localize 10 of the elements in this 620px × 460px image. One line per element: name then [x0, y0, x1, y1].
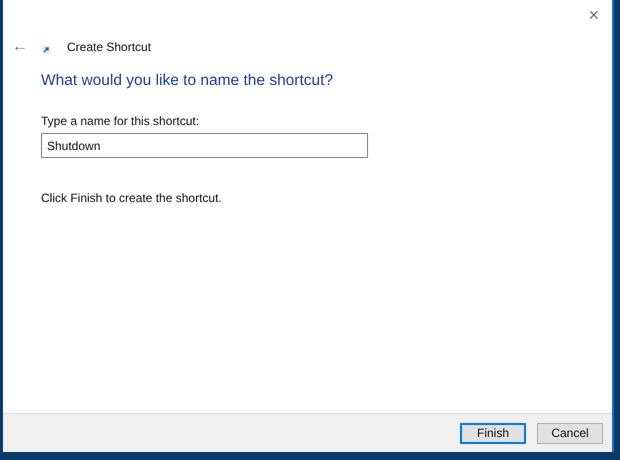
- name-field[interactable]: Shutdown: [41, 133, 368, 158]
- shortcut-icon: [42, 46, 50, 54]
- window-title: Create Shortcut: [67, 40, 152, 54]
- finish-button[interactable]: Finish: [460, 422, 526, 444]
- close-button[interactable]: ✕: [588, 0, 612, 32]
- instruction-text: Click Finish to create the shortcut.: [41, 191, 222, 205]
- field-label: Type a name for this shortcut:: [41, 114, 200, 128]
- back-button[interactable]: ←: [12, 38, 38, 56]
- page-heading: What would you like to name the shortcut?: [41, 72, 334, 90]
- cancel-button[interactable]: Cancel: [537, 422, 603, 444]
